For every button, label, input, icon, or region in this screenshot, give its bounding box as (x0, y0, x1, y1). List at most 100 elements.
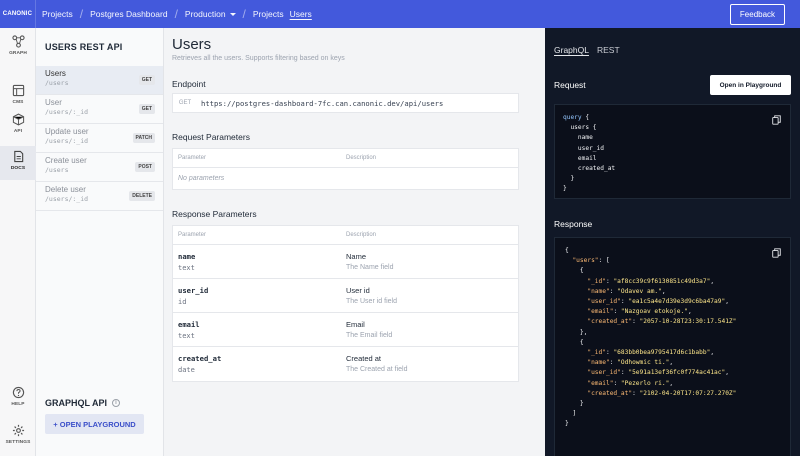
rail-item-cms[interactable]: CMS (0, 84, 36, 114)
endpoint-method: GET (178, 100, 192, 106)
api-cube-icon (12, 113, 24, 126)
sidebar-item-create-user[interactable]: Create user /users POST (36, 153, 163, 182)
page-description: Retrieves all the users. Supports filter… (172, 55, 345, 62)
copy-icon[interactable] (772, 248, 781, 258)
sidebar-item-delete-user[interactable]: Delete user /users/:_id DELETE (36, 182, 163, 211)
breadcrumb-separator: / (174, 7, 178, 21)
column-header-parameter: Parameter (178, 155, 207, 161)
param-name: user_id (178, 286, 209, 295)
sidebar-title: USERS REST API (45, 42, 123, 52)
main-content: Users Retrieves all the users. Supports … (164, 28, 545, 456)
endpoint-sidebar: USERS REST API Users /users GET User /us… (36, 28, 164, 456)
graphql-api-title: GRAPHQL API i (45, 398, 121, 408)
breadcrumb-project[interactable]: Postgres Dashboard (90, 9, 168, 19)
copy-icon[interactable] (772, 115, 781, 125)
table-row: email text Email The Email field (173, 313, 518, 347)
endpoint-url[interactable]: https://postgres-dashboard-7fc.can.canon… (201, 99, 443, 108)
sidebar-item-label: User (45, 98, 62, 107)
column-header-description: Description (346, 232, 377, 238)
rail-item-graph[interactable]: GRAPH (0, 35, 36, 65)
method-badge: GET (138, 75, 155, 85)
tab-graphql[interactable]: GraphQL (554, 45, 589, 55)
response-code-block: { "users": [ { "_id": "af8cc39c9f6130851… (554, 237, 791, 456)
rail-label: CMS (12, 100, 24, 105)
gear-icon (12, 424, 24, 437)
docs-icon (13, 150, 23, 163)
param-title: Created at (346, 354, 382, 363)
response-params-table: Parameter Description name text Name The… (172, 225, 519, 382)
table-row: created_at date Created at The Created a… (173, 347, 518, 381)
breadcrumb-projects-2[interactable]: Projects (253, 9, 284, 19)
method-badge: PATCH (132, 133, 155, 143)
rail-item-settings[interactable]: SETTINGS (0, 424, 36, 454)
rail-label: SETTINGS (5, 440, 31, 445)
top-bar: CANONIC Projects / Postgres Dashboard / … (0, 0, 800, 28)
request-params-table: Parameter Description No parameters (172, 148, 519, 190)
param-title: User id (346, 286, 370, 295)
request-code-block: query { users { name user_id email creat… (554, 104, 791, 199)
table-header: Parameter Description (173, 226, 518, 245)
sidebar-item-path: /users (45, 79, 69, 87)
param-type: date (178, 366, 195, 374)
graphql-api-label: GRAPHQL API (45, 398, 108, 408)
param-description: The Created at field (346, 366, 408, 373)
column-header-description: Description (346, 155, 377, 161)
cms-icon (12, 84, 24, 97)
json-response: { "users": [ { "_id": "af8cc39c9f6130851… (565, 247, 737, 428)
sidebar-item-users[interactable]: Users /users GET (36, 66, 163, 95)
param-type: text (178, 332, 195, 340)
breadcrumb-separator: / (242, 7, 246, 21)
param-name: created_at (178, 354, 222, 363)
rail-item-docs[interactable]: DOCS (0, 146, 36, 180)
table-header: Parameter Description (173, 149, 518, 168)
response-heading: Response (554, 219, 593, 229)
request-params-heading: Request Parameters (172, 132, 250, 142)
info-icon[interactable]: i (112, 399, 121, 407)
sidebar-item-user[interactable]: User /users/:_id GET (36, 95, 163, 124)
rail-item-help[interactable]: HELP (0, 386, 36, 416)
table-row: name text Name The Name field (173, 245, 518, 279)
breadcrumb: Projects / Postgres Dashboard / Producti… (42, 0, 312, 28)
help-icon (12, 386, 24, 399)
rail-label: HELP (11, 402, 25, 407)
param-type: text (178, 264, 195, 272)
sidebar-item-update-user[interactable]: Update user /users/:_id PATCH (36, 124, 163, 153)
response-params-heading: Response Parameters (172, 209, 257, 219)
icon-rail: GRAPH CMS API DOCS HELP SETTINGS (0, 28, 36, 456)
endpoint-heading: Endpoint (172, 79, 206, 89)
open-playground-button[interactable]: + OPEN PLAYGROUND (45, 414, 144, 434)
page-title: Users (172, 36, 212, 53)
method-badge: POST (135, 162, 155, 172)
brand-logo[interactable]: CANONIC (0, 0, 36, 28)
param-name: name (178, 252, 196, 261)
feedback-button[interactable]: Feedback (730, 4, 785, 25)
breadcrumb-separator: / (79, 7, 84, 21)
rail-label: API (13, 129, 23, 134)
param-description: The Email field (346, 332, 393, 339)
param-name: email (178, 320, 200, 329)
graphql-query: query { users { name user_id email creat… (563, 114, 616, 193)
param-type: id (178, 298, 187, 306)
endpoint-url-box[interactable]: GET https://postgres-dashboard-7fc.can.c… (172, 93, 519, 113)
param-title: Email (346, 320, 365, 329)
open-in-playground-button[interactable]: Open in Playground (710, 75, 791, 95)
breadcrumb-environment[interactable]: Production (185, 9, 236, 19)
code-panel: GraphQL REST Request Open in Playground … (545, 28, 800, 456)
method-badge: GET (138, 104, 155, 114)
graph-icon (11, 35, 25, 48)
breadcrumb-projects[interactable]: Projects (42, 9, 73, 19)
sidebar-item-path: /users/:_id (45, 108, 89, 116)
breadcrumb-current[interactable]: Users (290, 9, 312, 19)
code-tabs: GraphQL REST (554, 45, 628, 55)
method-badge: DELETE (129, 191, 155, 201)
param-description: The User id field (346, 298, 397, 305)
tab-rest[interactable]: REST (597, 45, 620, 55)
table-row: user_id id User id The User id field (173, 279, 518, 313)
sidebar-item-label: Users (45, 69, 66, 78)
chevron-down-icon (229, 13, 236, 17)
rail-label: GRAPH (9, 51, 27, 56)
request-heading: Request (554, 80, 586, 90)
param-title: Name (346, 252, 367, 261)
no-parameters-text: No parameters (178, 175, 225, 182)
rail-item-api[interactable]: API (0, 113, 36, 143)
